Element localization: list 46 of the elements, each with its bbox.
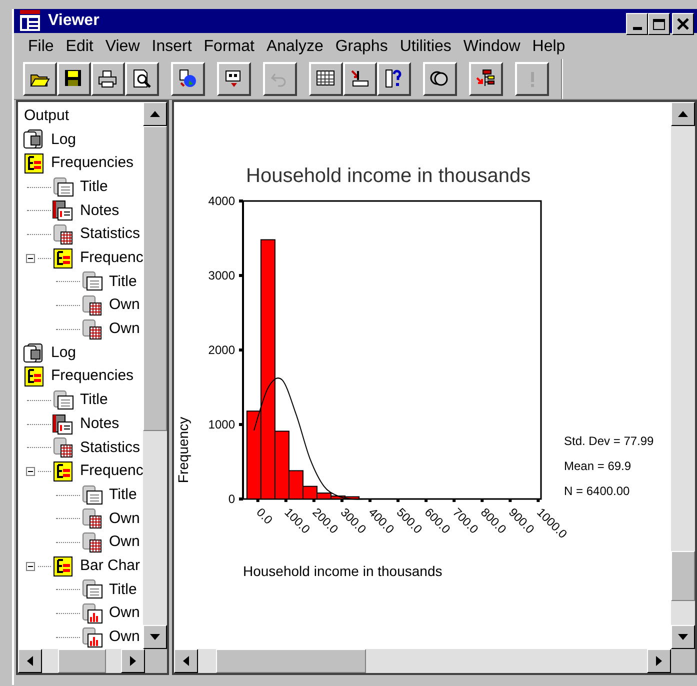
outline-item[interactable]: Title — [109, 578, 137, 602]
outline-item[interactable]: Own — [109, 626, 140, 649]
y-tick-label: 2000 — [208, 343, 235, 357]
statistic-text: Mean = 69.9 — [564, 459, 632, 473]
menu-item[interactable]: Analyze — [260, 35, 330, 59]
outline-item[interactable]: Bar Char — [80, 554, 140, 578]
y-tick-label: 1000 — [208, 418, 235, 432]
outline-item[interactable]: Own — [109, 508, 140, 530]
y-tick-label: 0 — [228, 492, 235, 506]
window-title: Viewer — [48, 11, 100, 31]
menu-item[interactable]: View — [99, 35, 146, 59]
x-axis-title: Household income in thousands — [243, 563, 442, 579]
outline-item[interactable]: Own — [109, 531, 140, 554]
outline-item[interactable]: Notes — [80, 200, 120, 222]
outline-item[interactable]: Log — [51, 342, 76, 364]
chart-title: Household income in thousands — [246, 165, 531, 187]
outline-item[interactable]: Log — [51, 128, 76, 152]
menu-item[interactable]: File — [22, 35, 60, 59]
outline-item[interactable]: Statistics — [80, 223, 140, 246]
outline-item[interactable]: Own — [109, 294, 140, 317]
outline-item[interactable]: Title — [80, 176, 108, 198]
outline-item[interactable]: Own — [109, 318, 140, 341]
menu-item[interactable]: Edit — [60, 35, 100, 59]
outline-item[interactable]: Frequenc — [80, 460, 144, 483]
menu-item[interactable]: Utilities — [394, 35, 458, 59]
menu-item[interactable]: Window — [457, 35, 526, 59]
outline-item[interactable]: Title — [80, 389, 108, 412]
outline-item[interactable]: Notes — [80, 412, 120, 436]
y-tick-label: 3000 — [208, 268, 235, 282]
outline-item[interactable]: Frequencies — [51, 152, 134, 175]
menu-item[interactable]: Format — [198, 35, 260, 59]
outline-root[interactable]: Output — [22, 104, 144, 128]
y-axis-title: Frequency — [175, 416, 191, 484]
outline-item[interactable]: Frequencies — [51, 365, 134, 388]
outline-item[interactable]: Frequenc — [80, 247, 144, 270]
statistic-text: Std. Dev = 77.99 — [564, 434, 654, 448]
menu-item[interactable]: Graphs — [329, 35, 394, 59]
y-tick-label: 4000 — [208, 194, 235, 208]
menu-item[interactable]: Insert — [146, 35, 198, 59]
statistic-text: N = 6400.00 — [564, 484, 630, 498]
outline-item[interactable]: Statistics — [80, 436, 140, 460]
x-tick-label: 0.0 — [254, 505, 276, 527]
outline-item[interactable]: Title — [109, 484, 137, 506]
outline-item[interactable]: Own — [109, 602, 140, 625]
menu-item[interactable]: Help — [526, 35, 572, 59]
outline-item[interactable]: Title — [109, 270, 137, 294]
